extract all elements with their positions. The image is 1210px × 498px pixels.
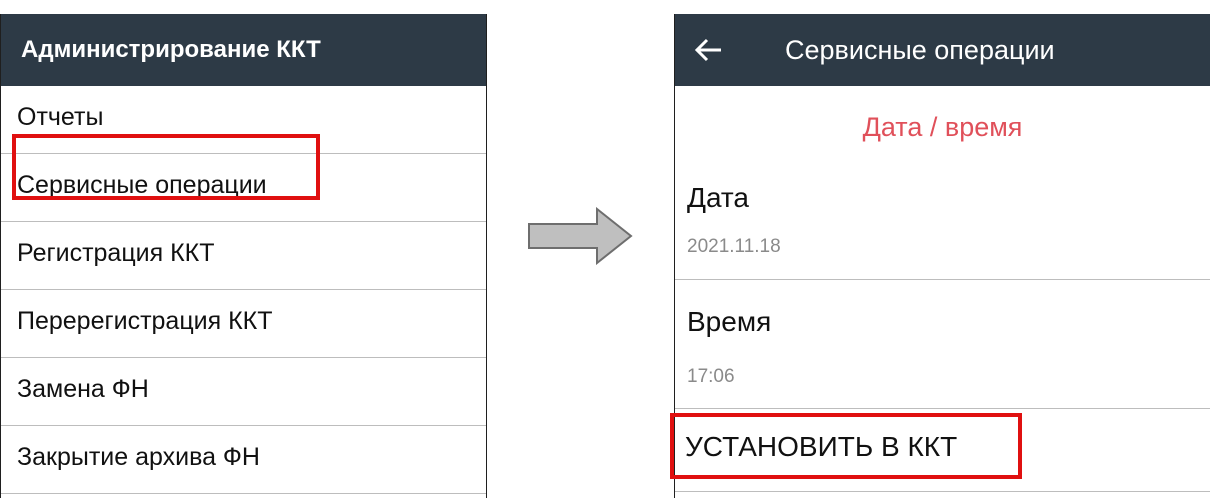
menu-item-label: Сервисные операции (17, 171, 267, 199)
arrow-right-icon (528, 207, 633, 265)
date-label: Дата (687, 182, 750, 213)
menu-item-label: Регистрация ККТ (17, 239, 215, 267)
right-app-bar-title: Сервисные операции (785, 35, 1055, 65)
menu-item-reports[interactable]: Отчеты (1, 86, 486, 154)
time-field[interactable]: Время 17:06 (675, 280, 1210, 409)
time-label: Время (687, 306, 772, 337)
menu-item-label: Закрытие архива ФН (17, 443, 260, 471)
date-value: 2021.11.18 (687, 236, 781, 257)
menu-item-label: Отчеты (17, 103, 104, 131)
time-value: 17:06 (687, 366, 735, 387)
left-phone-screen: Администрирование ККТ Отчеты Сервисные о… (0, 14, 487, 498)
arrow-left-icon[interactable] (693, 34, 725, 66)
set-in-kkt-button[interactable]: УСТАНОВИТЬ В ККТ (685, 431, 957, 463)
menu-item-fn-replacement[interactable]: Замена ФН (1, 358, 486, 426)
menu-item-kkt-reregistration[interactable]: Перерегистрация ККТ (1, 290, 486, 358)
menu-item-label: Замена ФН (17, 375, 149, 403)
menu-item-fn-archive-close[interactable]: Закрытие архива ФН (1, 426, 486, 494)
right-phone-screen: Сервисные операции Дата / время Дата 202… (674, 14, 1210, 498)
date-field[interactable]: Дата 2021.11.18 (675, 164, 1210, 280)
divider (675, 491, 1210, 492)
menu-item-label: Перерегистрация ККТ (17, 307, 273, 335)
menu-item-kkt-registration[interactable]: Регистрация ККТ (1, 222, 486, 290)
kkt-admin-menu: Отчеты Сервисные операции Регистрация КК… (1, 86, 486, 494)
left-app-bar: Администрирование ККТ (1, 14, 486, 86)
menu-item-service-operations[interactable]: Сервисные операции (1, 154, 486, 222)
right-app-bar: Сервисные операции (675, 14, 1210, 86)
left-app-bar-title: Администрирование ККТ (21, 36, 321, 63)
section-header-date-time: Дата / время (862, 112, 1023, 142)
